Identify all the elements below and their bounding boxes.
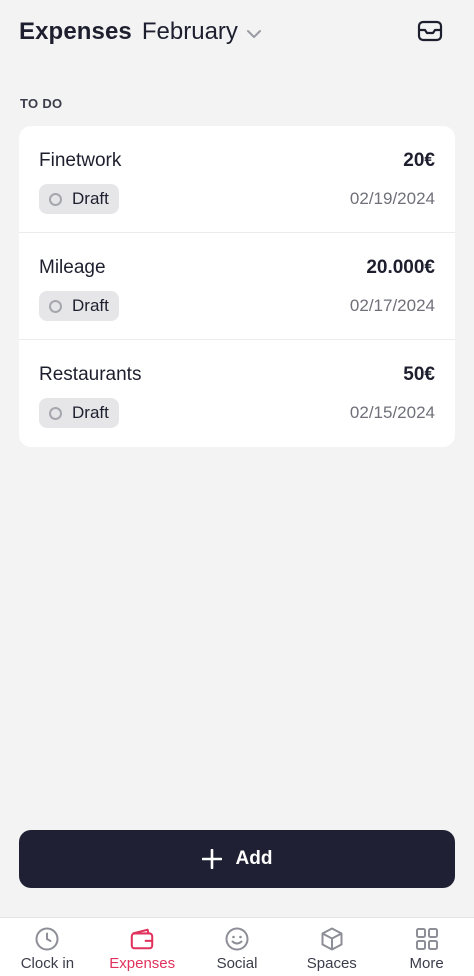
plus-icon	[201, 849, 222, 869]
status-label: Draft	[72, 189, 109, 208]
nav-label: Expenses	[109, 955, 176, 972]
status-badge: Draft	[39, 291, 119, 321]
expense-item-mileage[interactable]: Mileage 20.000€ Draft 02/17/2024	[19, 233, 455, 340]
nav-label: More	[409, 955, 444, 972]
grid-icon	[414, 926, 440, 952]
status-badge: Draft	[39, 184, 119, 214]
inbox-icon	[417, 19, 443, 43]
draft-status-icon	[49, 192, 62, 206]
status-badge: Draft	[39, 398, 119, 428]
status-label: Draft	[72, 403, 109, 422]
nav-item-clock-in[interactable]: Clock in	[0, 918, 95, 976]
nav-item-more[interactable]: More	[379, 918, 474, 976]
nav-label: Spaces	[306, 955, 357, 972]
expense-list: Finetwork 20€ Draft 02/19/2024 Mileage 2…	[19, 126, 455, 447]
smiley-icon	[224, 926, 250, 952]
expense-date: 02/17/2024	[349, 296, 435, 315]
expense-name: Restaurants	[39, 364, 142, 385]
expense-date: 02/15/2024	[349, 403, 435, 422]
clock-icon	[34, 926, 60, 952]
expense-item-restaurants[interactable]: Restaurants 50€ Draft 02/15/2024	[19, 340, 455, 447]
draft-status-icon	[49, 299, 62, 313]
month-label: February	[141, 18, 238, 45]
nav-item-spaces[interactable]: Spaces	[284, 918, 379, 976]
wallet-icon	[129, 926, 155, 952]
expense-item-finetwork[interactable]: Finetwork 20€ Draft 02/19/2024	[19, 126, 455, 233]
nav-item-social[interactable]: Social	[190, 918, 285, 976]
draft-status-icon	[49, 406, 62, 420]
page-title: Expenses	[19, 18, 132, 45]
section-label: TO DO	[20, 96, 63, 111]
expense-amount: 20€	[403, 150, 435, 171]
expense-name: Mileage	[39, 257, 106, 278]
title-group: Expenses February	[19, 16, 262, 48]
expense-amount: 50€	[403, 364, 435, 385]
header: Expenses February	[0, 0, 474, 64]
nav-label: Clock in	[20, 955, 75, 972]
status-label: Draft	[72, 296, 109, 315]
month-selector[interactable]: February	[142, 18, 262, 46]
add-button-label: Add	[235, 848, 273, 869]
expense-name: Finetwork	[39, 150, 122, 171]
bottom-nav: Clock in Expenses Social Spaces More	[0, 917, 474, 976]
expense-amount: 20.000€	[366, 257, 435, 278]
expenses-screen: Expenses February TO DO Finetwork 20€ Dr…	[0, 0, 474, 976]
nav-label: Social	[216, 955, 258, 972]
expense-date: 02/19/2024	[349, 189, 435, 208]
chevron-down-icon	[246, 29, 262, 39]
inbox-button[interactable]	[416, 17, 444, 45]
add-expense-button[interactable]: Add	[19, 830, 455, 888]
cube-icon	[319, 926, 345, 952]
nav-item-expenses[interactable]: Expenses	[95, 918, 190, 976]
